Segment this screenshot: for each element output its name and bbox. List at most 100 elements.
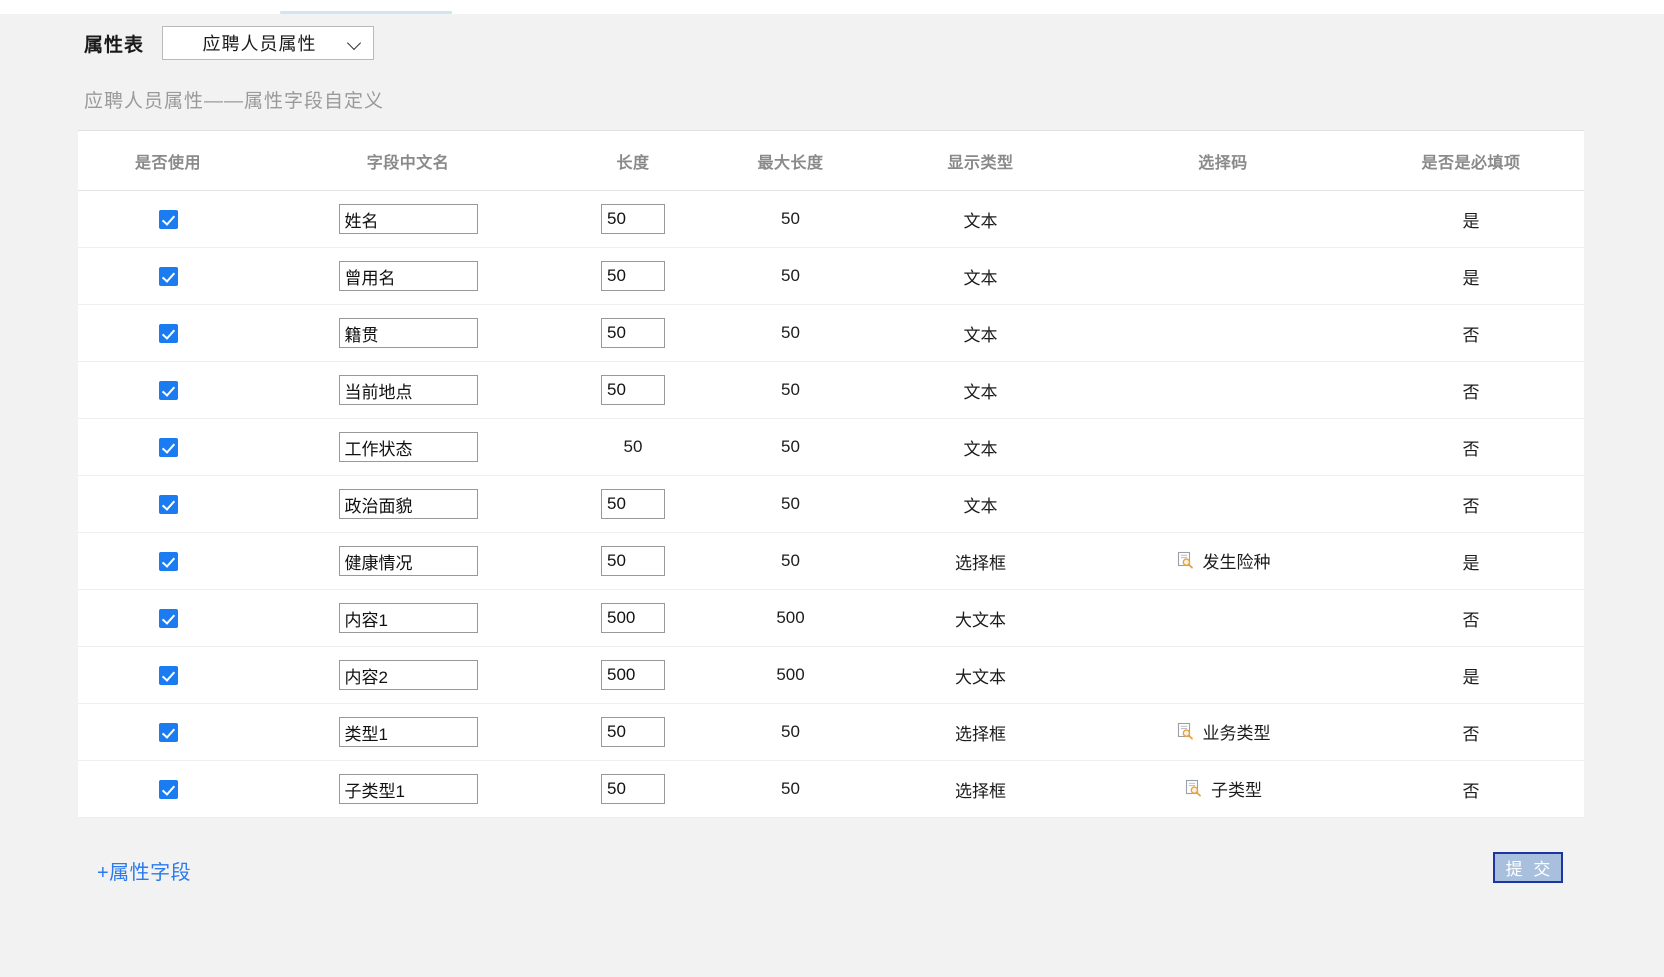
field-name-input[interactable] xyxy=(338,204,478,234)
attribute-table-select-value: 应聘人员属性 xyxy=(202,34,317,54)
attribute-table-select[interactable]: 应聘人员属性 xyxy=(162,26,375,60)
cell-use xyxy=(78,532,258,590)
cell-length xyxy=(558,760,708,818)
field-length-input[interactable] xyxy=(601,375,665,405)
cell-select-code xyxy=(1088,646,1358,704)
field-name-input[interactable] xyxy=(338,546,478,576)
cell-max-length: 500 xyxy=(708,646,873,704)
cell-use xyxy=(78,646,258,704)
cell-display-type: 大文本 xyxy=(873,646,1088,704)
field-length-input[interactable] xyxy=(601,603,665,633)
field-name-input[interactable] xyxy=(338,660,478,690)
field-name-input[interactable] xyxy=(338,774,478,804)
cell-select-code xyxy=(1088,190,1358,248)
checkbox-checked-icon[interactable] xyxy=(158,723,178,742)
cell-display-type: 文本 xyxy=(873,247,1088,305)
cell-display-type: 选择框 xyxy=(873,532,1088,590)
column-header-display: 显示类型 xyxy=(873,131,1088,191)
page-root: 属性表 应聘人员属性 应聘人员属性——属性字段自定义 是否使用 字段中文名 长度… xyxy=(0,0,1664,977)
cell-use xyxy=(78,190,258,248)
lookup-search-icon xyxy=(1177,552,1193,569)
cell-required: 否 xyxy=(1358,418,1584,476)
table-row: 50文本 否 xyxy=(78,475,1584,533)
cell-use xyxy=(78,418,258,476)
cell-required: 是 xyxy=(1358,532,1584,590)
table-row: 5050文本否 xyxy=(78,418,1584,476)
select-code-label: 发生险种 xyxy=(1202,552,1271,572)
cell-required: 是 xyxy=(1358,646,1584,704)
select-code-label: 业务类型 xyxy=(1202,723,1271,743)
field-name-input[interactable] xyxy=(338,489,478,519)
cell-use xyxy=(78,760,258,818)
checkbox-checked-icon[interactable] xyxy=(158,552,178,571)
checkbox-checked-icon[interactable] xyxy=(158,210,178,229)
column-header-code: 选择码 xyxy=(1088,131,1358,191)
table-row: 50文本 是 xyxy=(78,190,1584,248)
select-code-lookup[interactable]: 子类型 xyxy=(1184,776,1262,801)
cell-field-name xyxy=(258,646,558,704)
field-length-input[interactable] xyxy=(601,489,665,519)
card-footer: +属性字段 提 交 xyxy=(78,838,1584,918)
field-name-input[interactable] xyxy=(338,261,478,291)
field-length-input[interactable] xyxy=(601,261,665,291)
field-name-input[interactable] xyxy=(338,375,478,405)
table-row: 50选择框 业务类型 否 xyxy=(78,703,1584,761)
cell-display-type: 文本 xyxy=(873,475,1088,533)
checkbox-checked-icon[interactable] xyxy=(158,381,178,400)
cell-use xyxy=(78,247,258,305)
cell-length xyxy=(558,247,708,305)
checkbox-checked-icon[interactable] xyxy=(158,324,178,343)
select-code-label: 子类型 xyxy=(1211,780,1262,800)
cell-length xyxy=(558,589,708,647)
cell-select-code: 发生险种 xyxy=(1088,532,1358,590)
table-header-row: 是否使用 字段中文名 长度 最大长度 显示类型 选择码 是否是必填项 xyxy=(78,131,1584,191)
field-length-input[interactable] xyxy=(601,204,665,234)
cell-select-code: 子类型 xyxy=(1088,760,1358,818)
field-name-input[interactable] xyxy=(338,432,478,462)
cell-length xyxy=(558,361,708,419)
column-header-use: 是否使用 xyxy=(78,131,258,191)
page-subtitle: 应聘人员属性——属性字段自定义 xyxy=(84,91,385,112)
cell-field-name xyxy=(258,304,558,362)
cell-length xyxy=(558,703,708,761)
field-length-input[interactable] xyxy=(601,774,665,804)
cell-required: 否 xyxy=(1358,475,1584,533)
cell-display-type: 大文本 xyxy=(873,589,1088,647)
cell-field-name xyxy=(258,760,558,818)
cell-max-length: 50 xyxy=(708,760,873,818)
cell-required: 否 xyxy=(1358,589,1584,647)
field-length-input[interactable] xyxy=(601,546,665,576)
select-code-lookup[interactable]: 发生险种 xyxy=(1176,548,1271,573)
field-length-input[interactable] xyxy=(601,660,665,690)
cell-required: 否 xyxy=(1358,703,1584,761)
cell-display-type: 文本 xyxy=(873,361,1088,419)
checkbox-checked-icon[interactable] xyxy=(158,438,178,457)
add-attribute-field-button[interactable]: +属性字段 xyxy=(97,856,191,885)
checkbox-checked-icon[interactable] xyxy=(158,666,178,685)
field-name-input[interactable] xyxy=(338,603,478,633)
cell-max-length: 50 xyxy=(708,475,873,533)
field-name-input[interactable] xyxy=(338,717,478,747)
cell-field-name xyxy=(258,703,558,761)
cell-required: 否 xyxy=(1358,304,1584,362)
table-row: 50文本 否 xyxy=(78,304,1584,362)
checkbox-checked-icon[interactable] xyxy=(158,495,178,514)
field-length-input[interactable] xyxy=(601,318,665,348)
cell-use xyxy=(78,475,258,533)
active-tab-underline xyxy=(280,11,452,14)
field-length-input[interactable] xyxy=(601,717,665,747)
submit-button[interactable]: 提 交 xyxy=(1493,852,1563,883)
checkbox-checked-icon[interactable] xyxy=(158,267,178,286)
select-code-lookup[interactable]: 业务类型 xyxy=(1176,719,1271,744)
field-name-input[interactable] xyxy=(338,318,478,348)
cell-length: 50 xyxy=(558,418,708,476)
checkbox-checked-icon[interactable] xyxy=(158,609,178,628)
checkbox-checked-icon[interactable] xyxy=(158,780,178,799)
attribute-table-selector-bar: 属性表 应聘人员属性 xyxy=(84,26,375,60)
cell-select-code xyxy=(1088,304,1358,362)
cell-required: 是 xyxy=(1358,190,1584,248)
attribute-field-table: 是否使用 字段中文名 长度 最大长度 显示类型 选择码 是否是必填项 50文本是… xyxy=(78,131,1584,818)
column-header-length: 长度 xyxy=(558,131,708,191)
cell-field-name xyxy=(258,247,558,305)
cell-max-length: 50 xyxy=(708,304,873,362)
